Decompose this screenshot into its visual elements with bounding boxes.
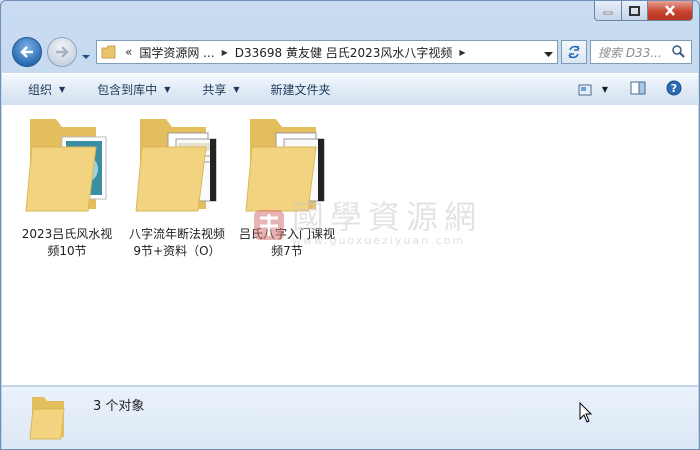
preview-pane-icon <box>630 81 646 95</box>
watermark-url: www.guoxueziyuan.com <box>292 234 466 247</box>
preview-pane-button[interactable] <box>630 81 646 98</box>
folder-icon <box>135 119 217 212</box>
include-in-library-label: 包含到库中 <box>97 83 158 97</box>
chevron-down-icon: ▼ <box>233 85 240 94</box>
watermark-logo <box>254 209 284 240</box>
folder-item-1[interactable]: 2023吕氏风水视 频10节 <box>12 111 122 260</box>
close-icon <box>665 5 675 16</box>
refresh-icon <box>568 45 580 59</box>
help-button[interactable]: ? <box>666 80 682 99</box>
address-bar[interactable]: « 国学资源网 ... ▶ D33698 黄友健 吕氏2023风水八字视频 ▶ <box>96 40 558 64</box>
svg-text:?: ? <box>671 82 677 95</box>
breadcrumb-overflow[interactable]: « <box>125 45 132 59</box>
help-icon: ? <box>666 80 682 96</box>
folder-icon <box>101 45 116 59</box>
search-icon <box>672 45 685 58</box>
file-list[interactable]: 2023吕氏风水视 频10节 八字流年断法视频 9节+资料（O） 吕氏八字入门课… <box>2 105 698 385</box>
change-view-button[interactable]: ▼ <box>578 84 608 96</box>
window-controls <box>594 1 693 21</box>
folder-name: 八字流年断法视频 9节+资料（O） <box>122 226 232 260</box>
navigation-row: « 国学资源网 ... ▶ D33698 黄友健 吕氏2023风水八字视频 ▶ … <box>1 31 699 71</box>
folder-name-line2: 频10节 <box>47 244 87 258</box>
chevron-down-icon: ▼ <box>601 85 608 94</box>
organize-button[interactable]: 组织 ▼ <box>28 81 65 98</box>
recent-pages-button[interactable] <box>81 49 91 63</box>
details-pane: 3 个对象 <box>2 386 698 449</box>
folder-icon <box>25 119 107 212</box>
organize-label: 组织 <box>28 83 53 97</box>
folder-name-line1: 2023吕氏风水视 <box>21 227 113 241</box>
folder-name: 2023吕氏风水视 频10节 <box>12 226 122 260</box>
address-dropdown-button[interactable] <box>544 47 553 61</box>
new-folder-label: 新建文件夹 <box>270 83 331 97</box>
toolbar-right-group: ▼ ? <box>578 74 698 105</box>
arrow-left-icon <box>20 46 33 58</box>
refresh-button[interactable] <box>561 40 587 64</box>
mouse-cursor-icon <box>579 402 593 423</box>
forward-button[interactable] <box>47 37 77 67</box>
watermark: 國學資源網 www.guoxueziyuan.com <box>252 200 482 247</box>
arrow-right-icon <box>56 46 69 58</box>
item-count: 3 个对象 <box>93 399 145 414</box>
chevron-down-icon <box>82 55 90 59</box>
share-label: 共享 <box>202 83 227 97</box>
close-button[interactable] <box>648 1 693 21</box>
maximize-button[interactable] <box>622 1 648 21</box>
search-placeholder: 搜索 D33... <box>598 45 662 60</box>
search-box[interactable]: 搜索 D33... <box>590 40 692 64</box>
explorer-window: « 国学资源网 ... ▶ D33698 黄友健 吕氏2023风水八字视频 ▶ … <box>0 0 700 450</box>
breadcrumb-item-current[interactable]: D33698 黄友健 吕氏2023风水八字视频 <box>235 44 453 61</box>
breadcrumb-separator-icon[interactable]: ▶ <box>459 48 465 57</box>
minimize-button[interactable] <box>594 1 622 21</box>
chevron-down-icon <box>544 52 553 57</box>
breadcrumb-item-parent[interactable]: 国学资源网 ... <box>139 44 214 61</box>
breadcrumb: « 国学资源网 ... ▶ D33698 黄友健 吕氏2023风水八字视频 ▶ <box>117 44 473 61</box>
folder-item-2[interactable]: 八字流年断法视频 9节+资料（O） <box>122 111 232 260</box>
folder-icon <box>29 397 65 440</box>
command-bar: 组织 ▼ 包含到库中 ▼ 共享 ▼ 新建文件夹 ▼ ? <box>2 73 698 106</box>
include-in-library-button[interactable]: 包含到库中 ▼ <box>97 81 170 98</box>
view-options-icon <box>578 84 592 95</box>
maximize-icon <box>629 5 640 16</box>
watermark-title: 國學資源網 <box>292 198 483 236</box>
breadcrumb-separator-icon[interactable]: ▶ <box>222 48 228 57</box>
new-folder-button[interactable]: 新建文件夹 <box>271 81 331 98</box>
minimize-icon <box>603 11 613 14</box>
chevron-down-icon: ▼ <box>164 85 171 94</box>
folder-name-line2: 9节+资料（O） <box>133 244 221 258</box>
chevron-down-icon: ▼ <box>59 85 66 94</box>
back-button[interactable] <box>12 37 42 67</box>
share-button[interactable]: 共享 ▼ <box>202 81 239 98</box>
title-bar <box>1 1 699 29</box>
folder-name-line1: 八字流年断法视频 <box>128 227 225 241</box>
